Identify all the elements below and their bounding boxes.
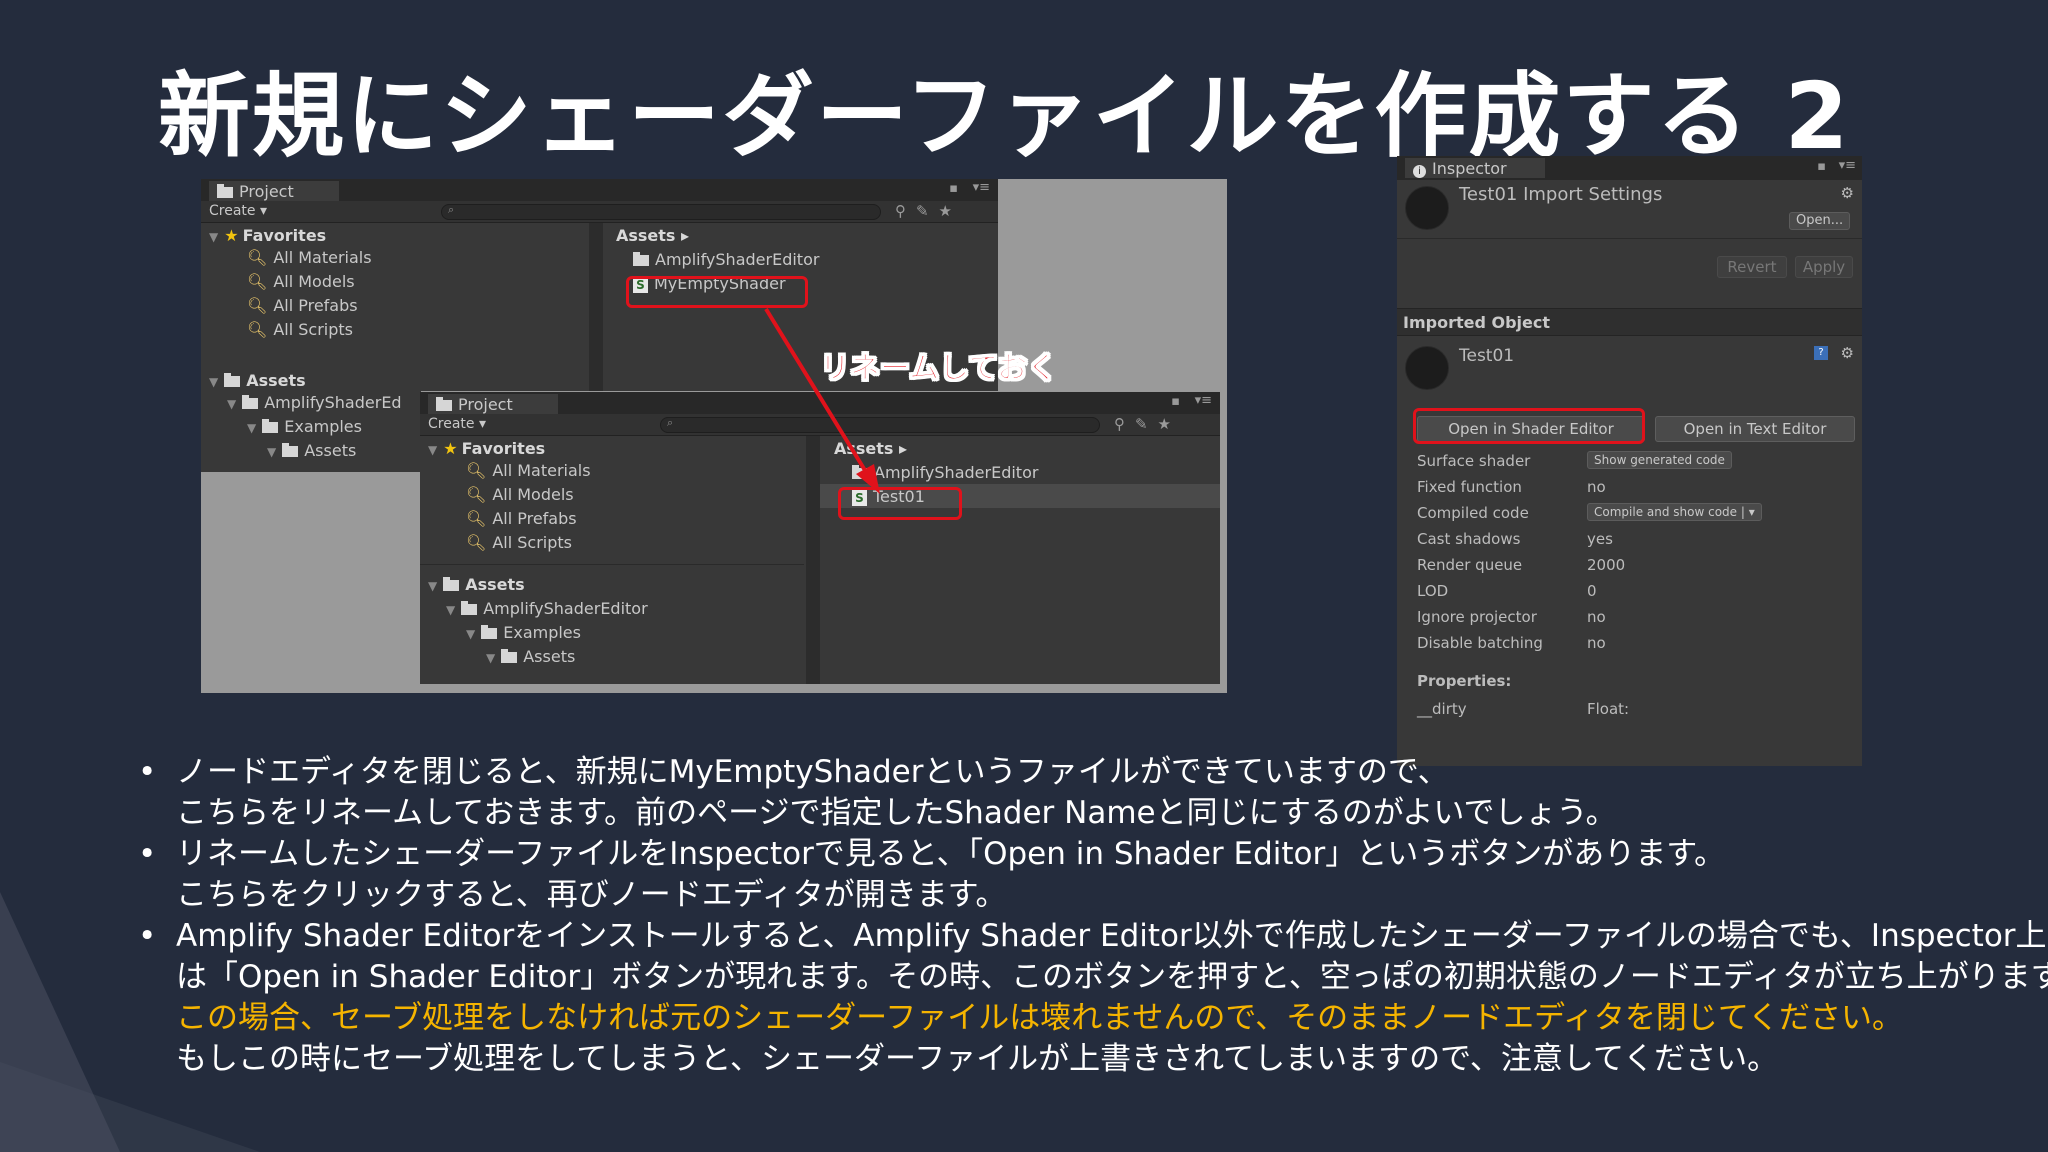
- import-settings-title: Test01 Import Settings: [1459, 184, 1663, 205]
- prop-value: no: [1587, 478, 1606, 496]
- object-name: Test01: [1459, 346, 1515, 366]
- bullet-line: Amplify Shader Editorをインストールすると、Amplify …: [176, 918, 2048, 954]
- prop-value: yes: [1587, 530, 1613, 548]
- inspector-panel: i Inspector ▪ ▾≡ Test01 Import Settings ⚙…: [1397, 156, 1862, 766]
- rename-annotation: リネームしておく: [819, 351, 1058, 387]
- compile-show-code-button[interactable]: Compile and show code | ▾: [1587, 503, 1762, 521]
- section-title: Imported Object: [1403, 313, 1551, 332]
- gear-icon[interactable]: ⚙: [1841, 344, 1854, 362]
- prop-type: Float:: [1587, 700, 1630, 718]
- bullet-item: • リネームしたシェーダーファイルをInspectorで見ると、「Open in…: [136, 834, 2016, 916]
- lock-icon[interactable]: ▪: [1817, 159, 1826, 174]
- bullet-item: • ノードエディタを閉じると、新規にMyEmptyShaderというファイルがで…: [136, 752, 2016, 834]
- prop-label: Compiled code: [1417, 504, 1529, 522]
- show-generated-code-button[interactable]: Show generated code: [1587, 451, 1732, 469]
- bullet-dot: •: [138, 754, 157, 790]
- help-icon[interactable]: ?: [1814, 346, 1828, 360]
- open-in-text-editor-button[interactable]: Open in Text Editor: [1655, 416, 1855, 442]
- properties-header: Properties:: [1417, 672, 1512, 690]
- prop-value: no: [1587, 634, 1606, 652]
- prop-label: Ignore projector: [1417, 608, 1537, 626]
- prop-value: 2000: [1587, 556, 1626, 574]
- gear-icon[interactable]: ⚙: [1841, 184, 1854, 202]
- separator: [1397, 238, 1862, 239]
- bullet-line: リネームしたシェーダーファイルをInspectorで見ると、「Open in S…: [176, 836, 1726, 872]
- menu-icon[interactable]: ▾≡: [1839, 158, 1856, 173]
- arrow-head: [856, 464, 880, 494]
- bullet-list: • ノードエディタを閉じると、新規にMyEmptyShaderというファイルがで…: [136, 752, 2048, 1080]
- prop-label: Fixed function: [1417, 478, 1522, 496]
- tab-label: Inspector: [1432, 159, 1507, 178]
- bullet-dot: •: [138, 918, 157, 954]
- tab-bar: i Inspector ▪ ▾≡: [1397, 156, 1862, 180]
- info-icon: i: [1413, 165, 1426, 178]
- apply-button[interactable]: Apply: [1795, 256, 1853, 278]
- prop-label: Render queue: [1417, 556, 1523, 574]
- revert-button[interactable]: Revert: [1717, 256, 1787, 278]
- prop-label: Disable batching: [1417, 634, 1543, 652]
- prop-name: __dirty: [1417, 700, 1467, 718]
- imported-object-header: Imported Object: [1397, 308, 1862, 336]
- bullet-item: • Amplify Shader Editorをインストールすると、Amplif…: [136, 916, 2048, 1080]
- prop-label: Cast shadows: [1417, 530, 1521, 548]
- object-preview-icon: [1405, 346, 1449, 390]
- bullet-line: こちらをクリックすると、再びノードエディタが開きます。: [176, 877, 1007, 913]
- asset-preview-icon: [1405, 186, 1449, 230]
- bullet-line: こちらをリネームしておきます。前のページで指定したShader Nameと同じに…: [176, 795, 1617, 831]
- prop-label: LOD: [1417, 582, 1449, 600]
- bullet-line: もしこの時にセーブ処理をしてしまうと、シェーダーファイルが上書きされてしまいます…: [176, 1041, 1779, 1077]
- bullet-line-warning: この場合、セーブ処理をしなければ元のシェーダーファイルは壊れませんので、そのまま…: [176, 1000, 1904, 1036]
- prop-value: 0: [1587, 582, 1597, 600]
- tab-inspector[interactable]: i Inspector: [1405, 158, 1545, 178]
- open-button[interactable]: Open...: [1789, 212, 1851, 230]
- prop-value: no: [1587, 608, 1606, 626]
- bullet-line: は「Open in Shader Editor」ボタンが現れます。その時、このボ…: [176, 959, 2048, 995]
- highlight-box: [1413, 408, 1645, 444]
- arrow-line: [764, 307, 868, 474]
- bullet-dot: •: [138, 836, 157, 872]
- prop-label: Surface shader: [1417, 452, 1531, 470]
- bullet-line: ノードエディタを閉じると、新規にMyEmptyShaderというファイルができて…: [176, 754, 1449, 790]
